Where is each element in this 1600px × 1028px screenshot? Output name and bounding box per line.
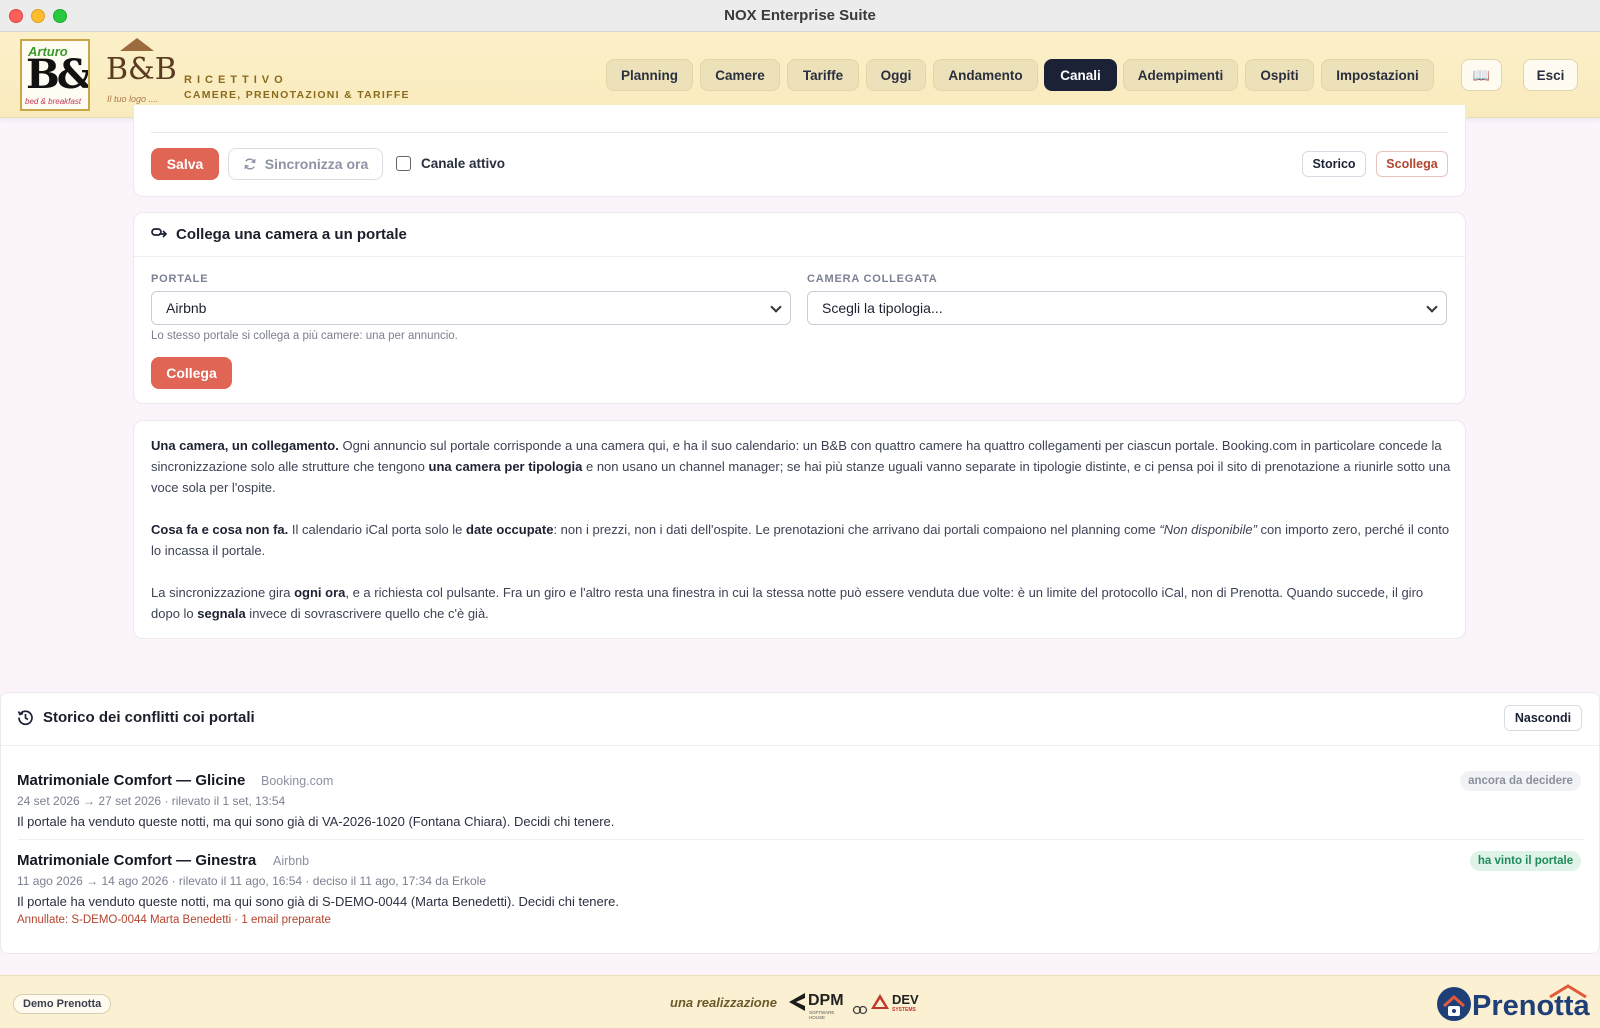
- link-card-title: Collega una camera a un portale: [176, 226, 407, 243]
- conflict-portal: Booking.com: [261, 774, 334, 788]
- partnership-link-icon: [852, 1005, 868, 1015]
- prenotta-logo: Prenotta: [1436, 984, 1590, 1026]
- conflict-portal: Airbnb: [273, 854, 310, 868]
- hide-conflicts-button[interactable]: Nascondi: [1504, 705, 1582, 731]
- logo2-tag-text: Il tuo logo ....: [107, 94, 159, 104]
- nav-andamento[interactable]: Andamento: [933, 59, 1038, 91]
- unlink-button[interactable]: Scollega: [1376, 151, 1448, 177]
- nav-impostazioni[interactable]: Impostazioni: [1321, 59, 1434, 91]
- divider: [151, 132, 1448, 133]
- brand-module-name: RICETTIVO: [184, 74, 288, 86]
- manual-book-icon[interactable]: 📖: [1461, 59, 1502, 91]
- link-icon: [151, 228, 168, 238]
- nav-planning[interactable]: Planning: [606, 59, 693, 91]
- dpm-text: DPM: [808, 992, 844, 1009]
- brand-module-subtitle: CAMERE, PRENOTAZIONI & TARIFFE: [184, 89, 410, 101]
- nav-canali[interactable]: Canali: [1044, 59, 1117, 91]
- house-roof-icon: [120, 38, 154, 51]
- prenotta-mark-icon: [1437, 987, 1471, 1021]
- row-divider: [18, 839, 1584, 840]
- nav-camere[interactable]: Camere: [700, 59, 780, 91]
- window-titlebar: NOX Enterprise Suite: [0, 0, 1600, 32]
- dev-sub-text: SYSTEMS: [892, 1007, 916, 1013]
- logo-sub-text: bed & breakfast: [25, 97, 82, 106]
- refresh-icon: [244, 158, 256, 170]
- chevron-down-icon: [770, 301, 782, 313]
- dev-systems-logo: DEV SYSTEMS: [870, 990, 920, 1016]
- info-paragraph-what-it-does: Cosa fa e cosa non fa. Il calendario iCa…: [151, 522, 1450, 558]
- dev-triangle-icon: [871, 994, 889, 1009]
- history-icon: [17, 710, 33, 726]
- status-badge: ha vinto il portale: [1470, 851, 1581, 871]
- dev-text: DEV: [892, 992, 919, 1007]
- app-footer: Demo Prenotta una realizzazione DPM SOFT…: [0, 975, 1600, 1028]
- sync-now-label: Sincronizza ora: [264, 156, 369, 172]
- window-title: NOX Enterprise Suite: [724, 7, 876, 24]
- logo2-main-text: B&B: [106, 52, 177, 87]
- card-header-divider: [134, 256, 1465, 257]
- chevron-down-icon: [1426, 301, 1438, 313]
- channel-active-checkbox[interactable]: [396, 156, 411, 171]
- dpm-mark-icon: [789, 993, 805, 1011]
- your-logo-placeholder: B&B Il tuo logo ....: [104, 38, 177, 110]
- portal-label: PORTALE: [151, 273, 209, 285]
- nav-ospiti[interactable]: Ospiti: [1245, 59, 1314, 91]
- card-header-divider: [1, 745, 1599, 746]
- info-paragraph-sync: La sincronizzazione gira ogni ora, e a r…: [151, 585, 1424, 621]
- bb-logo: Arturo B&B bed & breakfast: [20, 39, 90, 111]
- conflicts-title: Storico dei conflitti coi portali: [43, 709, 255, 726]
- link-button[interactable]: Collega: [151, 357, 232, 389]
- sync-now-button[interactable]: Sincronizza ora: [228, 148, 383, 180]
- channel-active-label: Canale attivo: [421, 156, 506, 171]
- nav-oggi[interactable]: Oggi: [866, 59, 926, 91]
- history-button[interactable]: Storico: [1302, 151, 1366, 177]
- portal-select-value: Airbnb: [166, 300, 207, 316]
- conflict-resolution: Annullate: S-DEMO-0044 Marta Benedetti ·…: [17, 914, 331, 926]
- linked-room-label: CAMERA COLLEGATA: [807, 273, 938, 285]
- conflict-room: Matrimoniale Comfort — Glicine: [17, 772, 246, 789]
- window-controls: [9, 9, 67, 23]
- prenotta-roof-icon: [1549, 984, 1587, 998]
- nav-tariffe[interactable]: Tariffe: [787, 59, 859, 91]
- minimize-window-button[interactable]: [31, 9, 45, 23]
- status-badge: ancora da decidere: [1460, 771, 1581, 791]
- close-window-button[interactable]: [9, 9, 23, 23]
- conflict-room: Matrimoniale Comfort — Ginestra: [17, 852, 257, 869]
- conflict-meta: 11 ago 2026 → 14 ago 2026 · rilevato il …: [17, 874, 486, 888]
- logo-main-text: B&B: [26, 51, 90, 98]
- info-paragraph-one-room: Una camera, un collegamento. Ogni annunc…: [151, 438, 1451, 495]
- dpm-sub-text: SOFTWARE HOUSE: [809, 1010, 835, 1020]
- logout-button[interactable]: Esci: [1523, 59, 1578, 91]
- dpm-logo: DPM SOFTWARE HOUSE: [788, 990, 848, 1020]
- demo-badge: Demo Prenotta: [13, 994, 112, 1014]
- portal-hint: Lo stesso portale si collega a più camer…: [151, 330, 458, 342]
- made-by-label: una realizzazione: [670, 995, 777, 1010]
- nav-adempimenti[interactable]: Adempimenti: [1123, 59, 1238, 91]
- conflict-meta: 24 set 2026 → 27 set 2026 · rilevato il …: [17, 794, 286, 808]
- portal-select[interactable]: Airbnb: [151, 291, 791, 325]
- save-button[interactable]: Salva: [151, 148, 219, 180]
- conflict-description: Il portale ha venduto queste notti, ma q…: [17, 894, 619, 909]
- conflict-description: Il portale ha venduto queste notti, ma q…: [17, 814, 615, 829]
- zoom-window-button[interactable]: [53, 9, 67, 23]
- linked-room-select-value: Scegli la tipologia...: [822, 300, 943, 316]
- linked-room-select[interactable]: Scegli la tipologia...: [807, 291, 1447, 325]
